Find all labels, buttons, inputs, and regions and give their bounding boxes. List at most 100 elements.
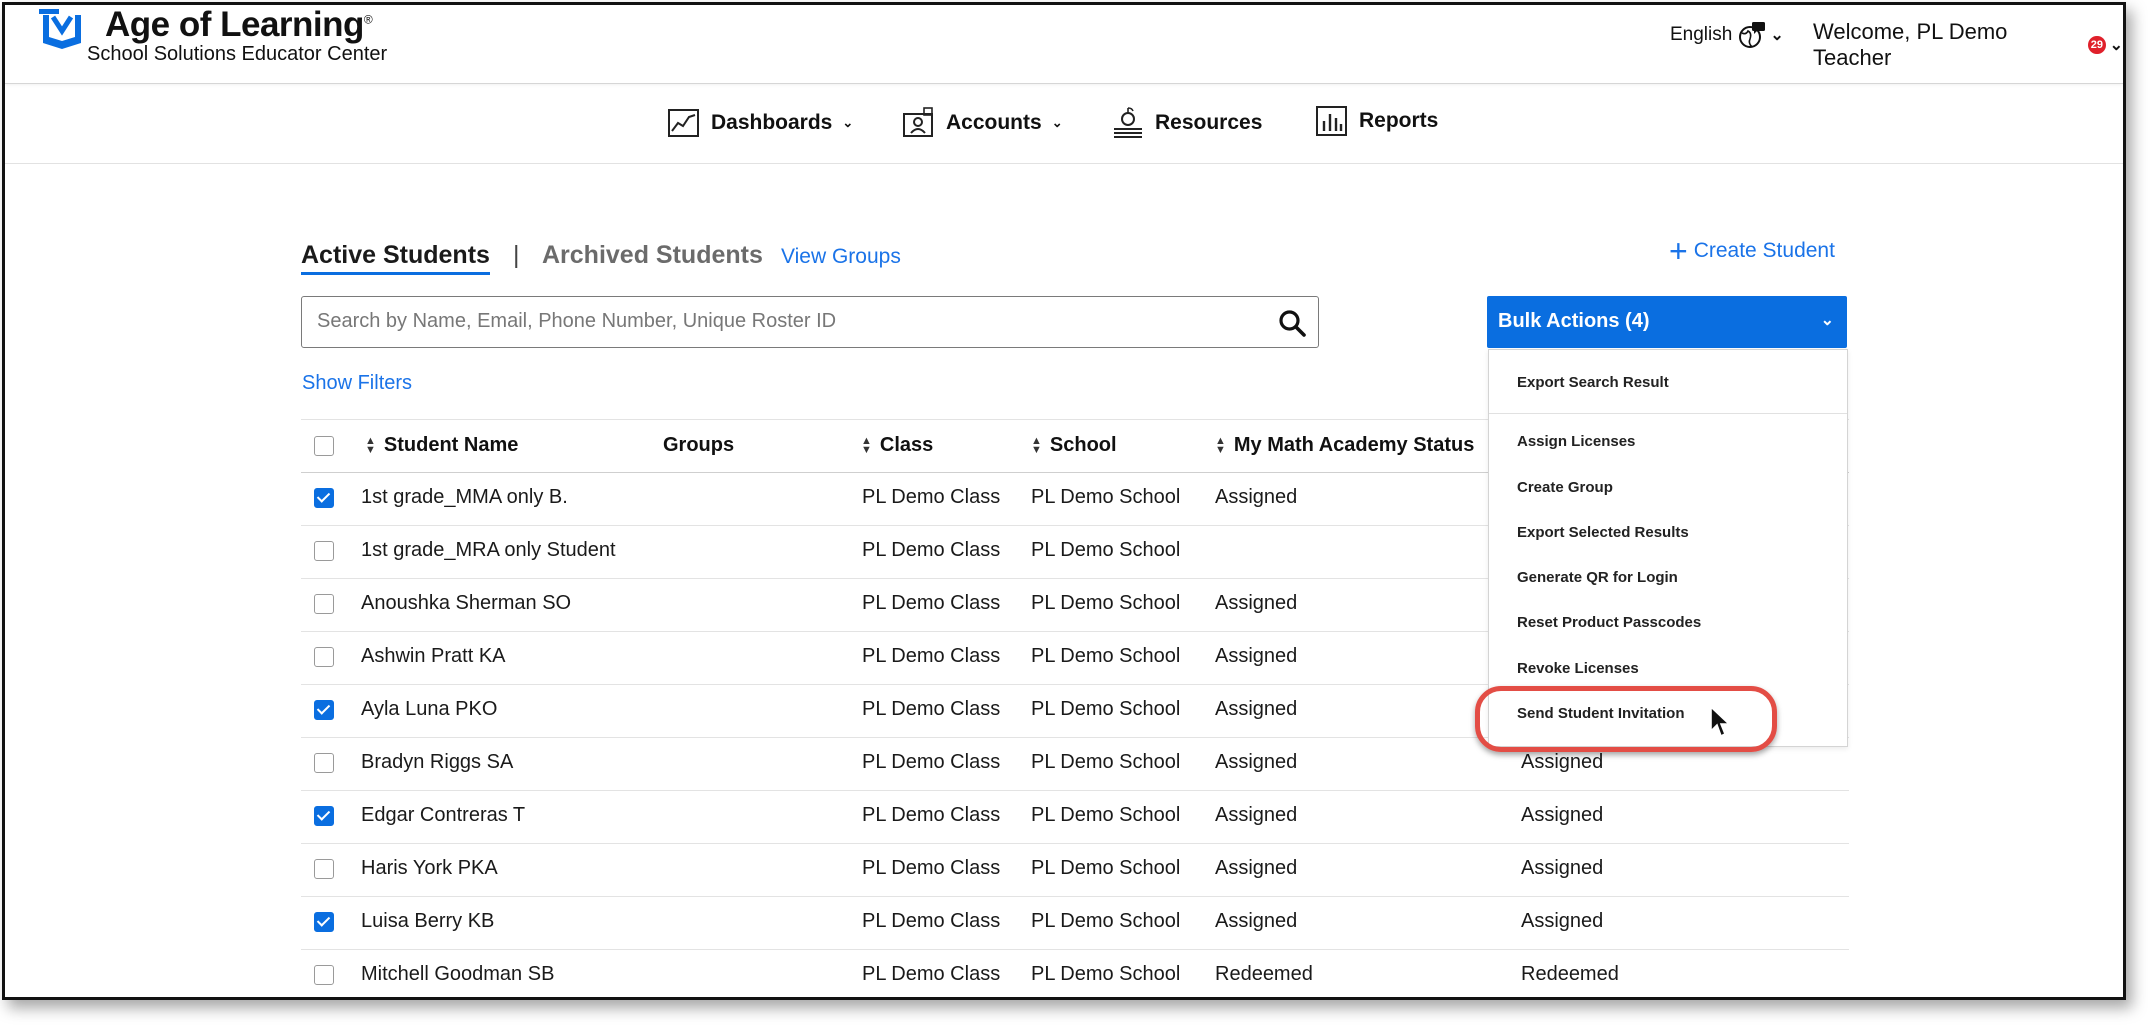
student-name-cell[interactable]: Edgar Contreras T (361, 804, 525, 827)
search-box (301, 296, 1319, 348)
language-selector[interactable]: English ⌄ (1670, 21, 1784, 49)
column-header-class[interactable]: ▲ ▼ Class (861, 434, 933, 457)
school-cell: PL Demo School (1031, 804, 1181, 826)
header-label: Student Name (383, 434, 519, 456)
student-name-cell[interactable]: Ayla Luna PKO (361, 698, 497, 721)
student-name-cell[interactable]: Haris York PKA (361, 857, 498, 880)
show-filters-link[interactable]: Show Filters (302, 372, 412, 395)
row-checkbox[interactable] (314, 965, 334, 985)
menu-item-create-group[interactable]: Create Group (1517, 479, 1613, 496)
student-name-cell[interactable]: Ashwin Pratt KA (361, 645, 506, 668)
student-name-cell[interactable]: Anoushka Sherman SO (361, 592, 571, 615)
status-cell: Assigned (1521, 804, 1604, 826)
nav-resources[interactable]: Resources (1111, 107, 1262, 139)
row-checkbox[interactable] (314, 806, 334, 826)
registered-mark: ® (363, 12, 373, 27)
nav-dashboards[interactable]: Dashboards ⌄ (667, 107, 853, 139)
school-cell: PL Demo School (1031, 539, 1181, 561)
menu-item-generate-qr[interactable]: Generate QR for Login (1517, 569, 1678, 586)
mma-status-cell: Assigned (1215, 698, 1298, 720)
menu-item-revoke-licenses[interactable]: Revoke Licenses (1517, 660, 1639, 677)
table-row[interactable]: Haris York PKA PL Demo Class PL Demo Schoo… (301, 843, 1849, 897)
class-cell: PL Demo Class (862, 751, 1001, 773)
chevron-down-icon: ⌄ (842, 115, 854, 130)
status-cell: Assigned (1521, 751, 1604, 773)
table-row[interactable]: Mitchell Goodman SB PL Demo Class PL Demo … (301, 949, 1849, 997)
mma-status-cell: Assigned (1215, 592, 1298, 614)
screenshot-frame: Age of Learning® School Solutions Educat… (2, 2, 2126, 1000)
status-cell: Redeemed (1521, 963, 1619, 985)
status-cell: Assigned (1521, 910, 1604, 932)
table-row[interactable]: Luisa Berry KB PL Demo Class PL Demo Schoo… (301, 896, 1849, 950)
row-checkbox[interactable] (314, 594, 334, 614)
row-checkbox[interactable] (314, 912, 334, 932)
menu-item-reset-passcodes[interactable]: Reset Product Passcodes (1517, 614, 1701, 631)
student-name-cell[interactable]: Luisa Berry KB (361, 910, 494, 933)
bulk-actions-button[interactable]: Bulk Actions (4) ⌄ (1487, 296, 1847, 348)
sort-icon: ▲ ▼ (1031, 434, 1042, 456)
row-checkbox[interactable] (314, 488, 334, 508)
mma-status-cell: Assigned (1215, 486, 1298, 508)
nav-accounts[interactable]: Accounts ⌄ (902, 107, 1063, 139)
menu-item-export-selected-results[interactable]: Export Selected Results (1517, 524, 1689, 541)
tab-archived-students[interactable]: Archived Students (542, 241, 763, 270)
class-cell: PL Demo Class (862, 645, 1001, 667)
select-all-checkbox[interactable] (314, 436, 334, 456)
student-name-cell[interactable]: 1st grade_MMA only B. (361, 486, 568, 509)
create-student-button[interactable]: + Create Student (1669, 235, 1835, 267)
header-label: School (1049, 434, 1117, 456)
bulk-actions-label: Bulk Actions (4) (1498, 310, 1650, 332)
sort-icon: ▲ ▼ (1215, 434, 1226, 456)
reports-icon (1316, 106, 1347, 136)
class-cell: PL Demo Class (862, 592, 1001, 614)
row-checkbox[interactable] (314, 541, 334, 561)
brand-title[interactable]: Age of Learning® (105, 5, 373, 45)
school-cell: PL Demo School (1031, 963, 1181, 985)
row-checkbox[interactable] (314, 647, 334, 667)
column-header-school[interactable]: ▲ ▼ School (1031, 434, 1117, 457)
table-row[interactable]: Edgar Contreras T PL Demo Class PL Demo Sc… (301, 790, 1849, 844)
class-cell: PL Demo Class (862, 963, 1001, 985)
student-name-cell[interactable]: 1st grade_MRA only Student (361, 539, 616, 562)
brand-subtitle: School Solutions Educator Center (87, 43, 388, 65)
sort-icon: ▲ ▼ (861, 434, 872, 456)
mma-status-cell: Assigned (1215, 910, 1298, 932)
globe-icon (1739, 22, 1766, 48)
school-cell: PL Demo School (1031, 857, 1181, 879)
mma-status-cell: Assigned (1215, 804, 1298, 826)
view-groups-link[interactable]: View Groups (781, 245, 901, 269)
chevron-down-icon: ⌄ (1770, 27, 1784, 44)
class-cell: PL Demo Class (862, 804, 1001, 826)
school-cell: PL Demo School (1031, 751, 1181, 773)
search-input[interactable] (315, 309, 1219, 334)
header-label: Groups (663, 434, 735, 456)
nav-reports[interactable]: Reports (1315, 105, 1438, 137)
school-cell: PL Demo School (1031, 698, 1181, 720)
menu-item-export-search-result[interactable]: Export Search Result (1517, 374, 1669, 391)
row-checkbox[interactable] (314, 700, 334, 720)
row-checkbox[interactable] (314, 859, 334, 879)
row-checkbox[interactable] (314, 753, 334, 773)
nav-accounts-label: Accounts (946, 111, 1042, 134)
tab-active-students[interactable]: Active Students (301, 241, 490, 275)
cursor-icon (1710, 705, 1731, 738)
student-name-cell[interactable]: Mitchell Goodman SB (361, 963, 554, 986)
create-student-label: Create Student (1693, 239, 1835, 262)
menu-item-assign-licenses[interactable]: Assign Licenses (1517, 433, 1635, 450)
mma-status-cell: Assigned (1215, 857, 1298, 879)
sort-icon: ▲ ▼ (365, 434, 376, 456)
nav-reports-label: Reports (1359, 109, 1439, 132)
class-cell: PL Demo Class (862, 698, 1001, 720)
mma-status-cell: Assigned (1215, 645, 1298, 667)
notification-badge[interactable]: 29 (2088, 36, 2106, 54)
brand-title-text: Age of Learning (105, 5, 364, 44)
search-icon[interactable] (1278, 309, 1306, 337)
mma-status-cell: Assigned (1215, 751, 1298, 773)
student-name-cell[interactable]: Bradyn Riggs SA (361, 751, 513, 774)
column-header-student-name[interactable]: ▲ ▼ Student Name (365, 434, 518, 457)
column-header-groups: Groups (663, 434, 734, 457)
user-menu[interactable]: Welcome, PL Demo Teacher 29 ⌄ (1813, 19, 2123, 71)
chevron-down-icon: ⌄ (1820, 312, 1834, 329)
school-cell: PL Demo School (1031, 645, 1181, 667)
column-header-mma-status[interactable]: ▲ ▼ My Math Academy Status (1215, 434, 1474, 457)
